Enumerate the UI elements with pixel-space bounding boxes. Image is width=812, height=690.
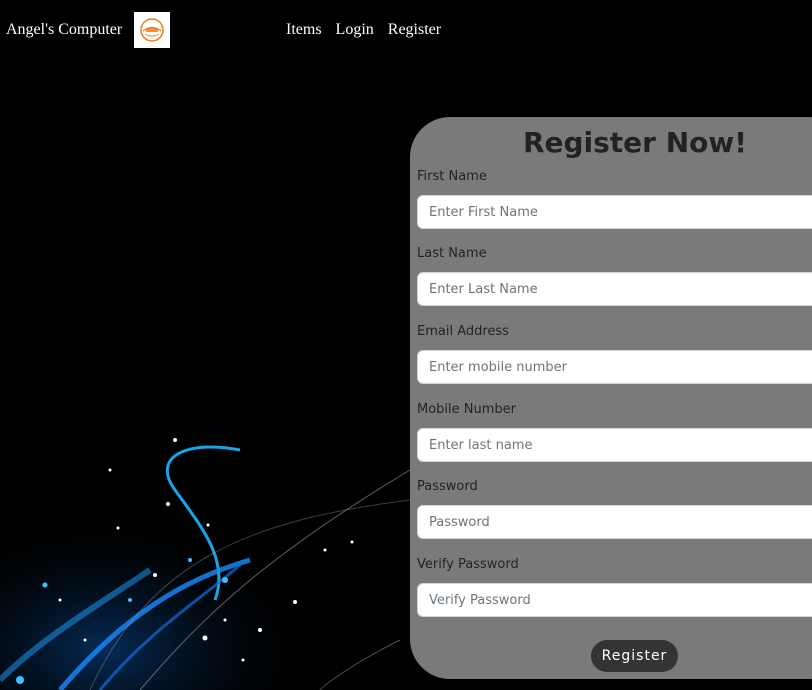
nav-link-login[interactable]: Login [336, 20, 374, 40]
email-address-input[interactable] [417, 350, 812, 384]
password-label: Password [417, 479, 478, 494]
last-name-label: Last Name [417, 246, 487, 261]
email-address-label: Email Address [417, 324, 509, 339]
brand-name[interactable]: Angel's Computer [6, 20, 122, 40]
password-input[interactable] [417, 505, 812, 539]
mobile-number-label: Mobile Number [417, 402, 516, 417]
nav-link-items[interactable]: Items [286, 20, 322, 40]
verify-password-label: Verify Password [417, 557, 519, 572]
logo-emblem-icon [140, 18, 164, 42]
mobile-number-input[interactable] [417, 428, 812, 462]
first-name-input[interactable] [417, 195, 812, 229]
form-title: Register Now! [522, 126, 748, 159]
register-submit-button[interactable]: Register [591, 640, 678, 672]
nav-links: Items Login Register [286, 20, 455, 40]
register-form-card: Register Now! First Name Last Name Email… [410, 117, 812, 679]
last-name-input[interactable] [417, 272, 812, 306]
brand-logo-icon[interactable] [134, 12, 170, 48]
first-name-label: First Name [417, 169, 487, 184]
verify-password-input[interactable] [417, 583, 812, 617]
nav-link-register[interactable]: Register [388, 20, 441, 40]
navbar: Angel's Computer Items Login Register [0, 0, 812, 60]
